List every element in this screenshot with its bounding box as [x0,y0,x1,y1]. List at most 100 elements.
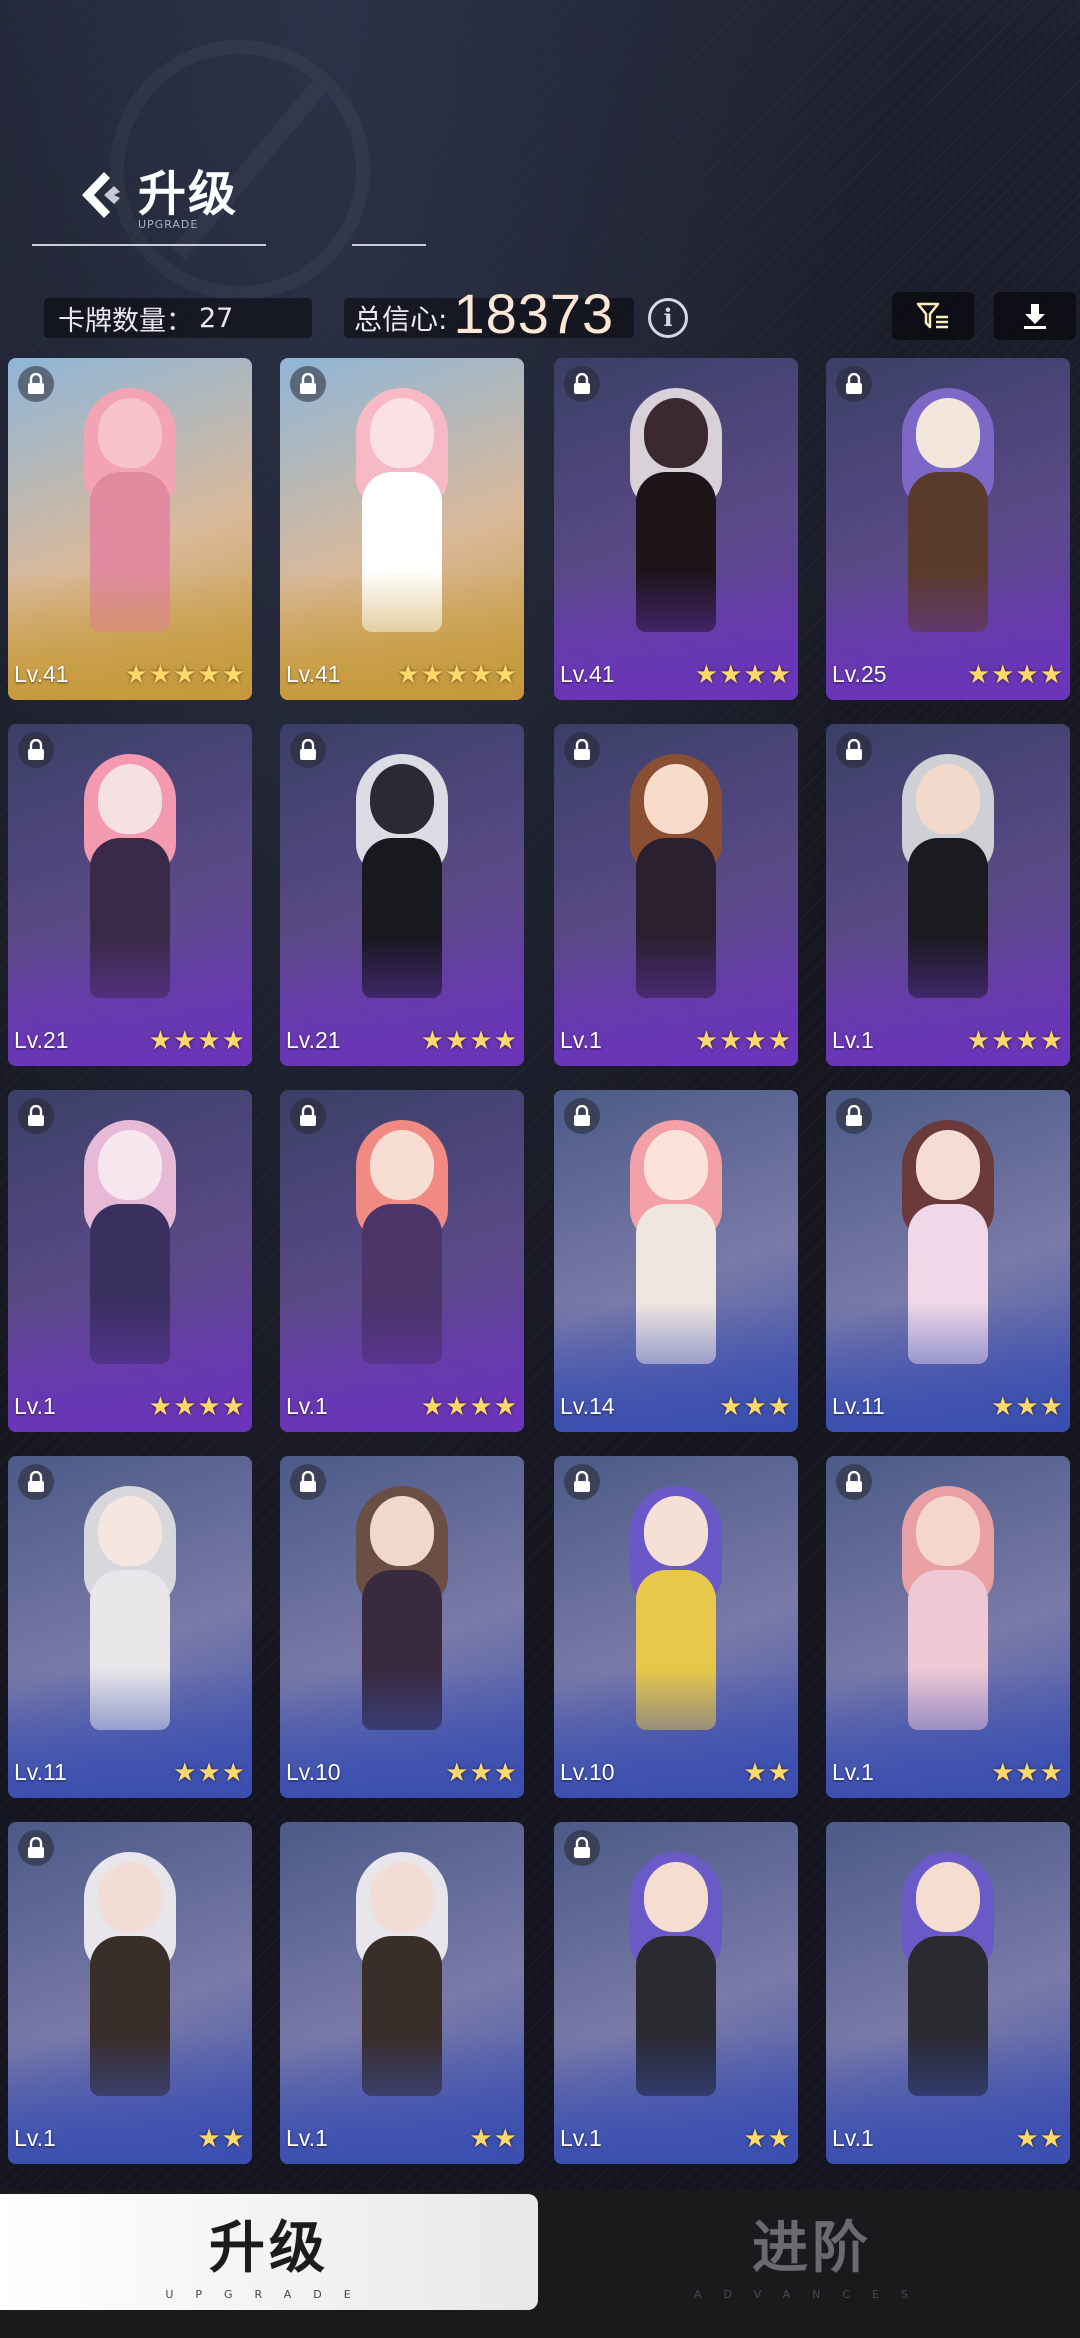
lock-icon[interactable] [836,1464,872,1500]
character-card[interactable]: Lv.1 ★★★★ [826,724,1070,1066]
lock-icon[interactable] [290,732,326,768]
tab-upgrade[interactable]: 升级 UPGRADE [0,2194,538,2310]
lock-icon[interactable] [18,1830,54,1866]
character-card[interactable]: Lv.1 ★★ [280,1822,524,2164]
card-stars: ★★ [743,2124,792,2154]
card-level: Lv.1 [560,2125,602,2151]
character-card[interactable]: Lv.11 ★★★ [826,1090,1070,1432]
lock-icon[interactable] [836,366,872,402]
download-button[interactable] [994,292,1076,340]
lock-icon[interactable] [290,366,326,402]
lock-icon[interactable] [836,1098,872,1134]
tab-upgrade-label: 升级 [209,2216,329,2281]
filter-button[interactable] [892,292,974,340]
lock-icon[interactable] [564,1098,600,1134]
card-stars: ★★★★ [694,660,792,690]
page-title: 升级 [138,166,239,222]
tab-advance-sub: ADVANCES [694,2288,930,2301]
card-stars: ★★★ [173,1758,246,1788]
card-stars: ★★★ [445,1758,518,1788]
card-level: Lv.41 [560,661,615,687]
card-stars: ★★★ [719,1392,792,1422]
card-stars: ★★★ [991,1392,1064,1422]
lock-icon[interactable] [564,366,600,402]
character-card[interactable]: Lv.10 ★★★ [280,1456,524,1798]
character-card[interactable]: Lv.41 ★★★★ [554,358,798,700]
card-level: Lv.11 [832,1393,885,1419]
lock-icon[interactable] [18,732,54,768]
bottom-tab-bar: 升级 UPGRADE 进阶 ADVANCES [0,2190,1080,2338]
character-card[interactable]: Lv.14 ★★★ [554,1090,798,1432]
card-level: Lv.1 [14,2125,56,2151]
card-stars: ★★★★ [148,1392,246,1422]
card-level: Lv.1 [560,1027,602,1053]
card-stars: ★★ [743,1758,792,1788]
lock-icon[interactable] [836,732,872,768]
card-stars: ★★★★ [420,1026,518,1056]
page-subtitle: UPGRADE [138,218,199,231]
card-stars: ★★★★ [966,660,1064,690]
lock-icon[interactable] [18,1464,54,1500]
character-card[interactable]: Lv.1 ★★ [8,1822,252,2164]
info-icon[interactable]: i [648,298,688,338]
card-stars: ★★ [469,2124,518,2154]
total-trust-box: 总信心: 18373 [344,282,634,345]
card-level: Lv.1 [286,1393,328,1419]
lock-icon[interactable] [18,1098,54,1134]
card-level: Lv.1 [832,2125,874,2151]
total-trust-label: 总信心: [354,303,448,336]
card-stars: ★★★★★ [124,660,246,690]
character-card[interactable]: Lv.1 ★★★ [826,1456,1070,1798]
tab-advance-label: 进阶 [752,2216,872,2281]
character-card[interactable]: Lv.1 ★★★★ [8,1090,252,1432]
character-card[interactable]: Lv.21 ★★★★ [8,724,252,1066]
tab-underline-upgrade [32,244,266,246]
upgrade-logo-icon [82,172,120,218]
card-level: Lv.1 [286,2125,328,2151]
character-card[interactable]: Lv.1 ★★★★ [554,724,798,1066]
filter-icon [916,302,948,329]
card-count-label: 卡牌数量： [58,305,193,337]
tab-advance[interactable]: 进阶 ADVANCES [544,2194,1080,2310]
tab-upgrade-sub: UPGRADE [165,2288,373,2301]
lock-icon[interactable] [290,1464,326,1500]
card-level: Lv.11 [14,1759,67,1785]
character-card[interactable]: Lv.1 ★★★★ [280,1090,524,1432]
character-card[interactable]: Lv.41 ★★★★★ [8,358,252,700]
card-level: Lv.1 [832,1759,874,1785]
lock-icon[interactable] [18,366,54,402]
character-card[interactable]: Lv.1 ★★ [554,1822,798,2164]
card-level: Lv.21 [14,1027,69,1053]
download-icon [1024,304,1046,329]
card-stars: ★★★★★ [396,660,518,690]
card-level: Lv.10 [560,1759,615,1785]
lock-icon[interactable] [564,1830,600,1866]
card-level: Lv.10 [286,1759,341,1785]
card-level: Lv.21 [286,1027,341,1053]
card-stars: ★★★★ [420,1392,518,1422]
card-level: Lv.14 [560,1393,615,1419]
card-level: Lv.41 [14,661,69,687]
card-stars: ★★ [197,2124,246,2154]
card-count-value: 27 [199,302,234,334]
character-card[interactable]: Lv.10 ★★ [554,1456,798,1798]
tab-underline-secondary [352,244,426,246]
lock-icon[interactable] [564,732,600,768]
card-stars: ★★★★ [694,1026,792,1056]
total-trust-value: 18373 [453,281,615,345]
character-card[interactable]: Lv.21 ★★★★ [280,724,524,1066]
card-stars: ★★★★ [148,1026,246,1056]
character-card[interactable]: Lv.1 ★★ [826,1822,1070,2164]
lock-icon[interactable] [564,1464,600,1500]
lock-icon[interactable] [290,1098,326,1134]
header: 升级 UPGRADE 卡牌数量： 27 总信心: 18373 i [0,0,1080,360]
card-count-box: 卡牌数量： 27 [44,298,312,338]
card-stars: ★★ [1015,2124,1064,2154]
card-level: Lv.41 [286,661,341,687]
card-stars: ★★★ [991,1758,1064,1788]
character-card[interactable]: Lv.25 ★★★★ [826,358,1070,700]
character-card[interactable]: Lv.41 ★★★★★ [280,358,524,700]
character-card[interactable]: Lv.11 ★★★ [8,1456,252,1798]
card-level: Lv.1 [14,1393,56,1419]
card-stars: ★★★★ [966,1026,1064,1056]
